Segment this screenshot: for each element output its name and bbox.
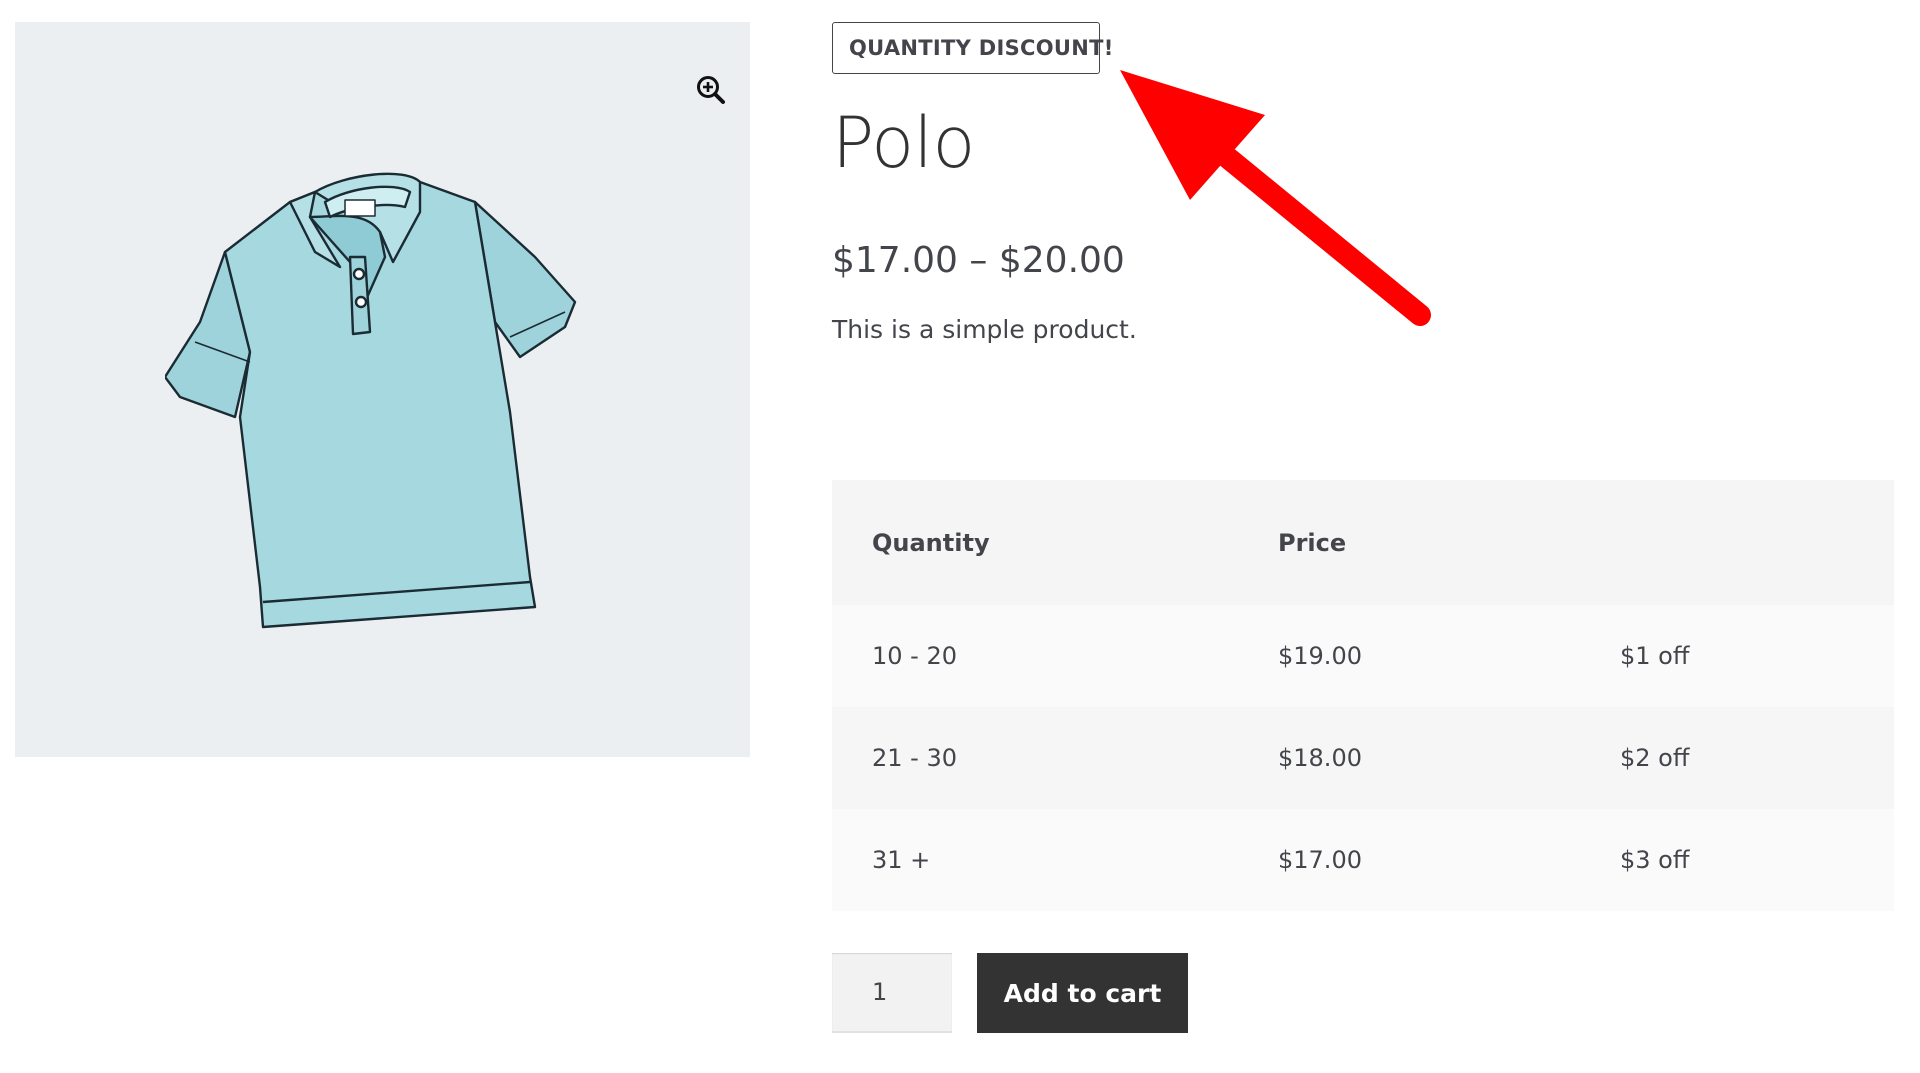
tier-quantity: 31 + <box>832 809 1238 911</box>
product-title: Polo <box>832 102 975 184</box>
table-row: 21 - 30 $18.00 $2 off <box>832 707 1894 809</box>
tier-price: $18.00 <box>1238 707 1580 809</box>
quantity-pricing-table: Quantity Price 10 - 20 $19.00 $1 off 21 … <box>832 480 1894 911</box>
add-to-cart-button[interactable]: Add to cart <box>977 953 1188 1033</box>
tier-discount: $2 off <box>1580 707 1894 809</box>
tier-discount: $3 off <box>1580 809 1894 911</box>
product-description: This is a simple product. <box>832 315 1137 344</box>
tier-discount: $1 off <box>1580 605 1894 707</box>
tier-quantity: 10 - 20 <box>832 605 1238 707</box>
tier-quantity: 21 - 30 <box>832 707 1238 809</box>
quantity-input[interactable] <box>832 953 952 1033</box>
price-column-header: Price <box>1238 480 1580 605</box>
price-range: $17.00 – $20.00 <box>832 240 1125 281</box>
product-gallery <box>15 22 750 757</box>
tier-price: $17.00 <box>1238 809 1580 911</box>
red-arrow-annotation <box>1120 70 1431 326</box>
quantity-discount-badge: QUANTITY DISCOUNT! <box>832 22 1113 74</box>
tier-price: $19.00 <box>1238 605 1580 707</box>
table-row: 31 + $17.00 $3 off <box>832 809 1894 911</box>
quantity-column-header: Quantity <box>832 480 1238 605</box>
polo-shirt-image[interactable] <box>165 162 615 652</box>
table-row: 10 - 20 $19.00 $1 off <box>832 605 1894 707</box>
discount-column-header <box>1580 480 1894 605</box>
table-header-row: Quantity Price <box>832 480 1894 605</box>
zoom-in-icon[interactable] <box>681 60 741 120</box>
